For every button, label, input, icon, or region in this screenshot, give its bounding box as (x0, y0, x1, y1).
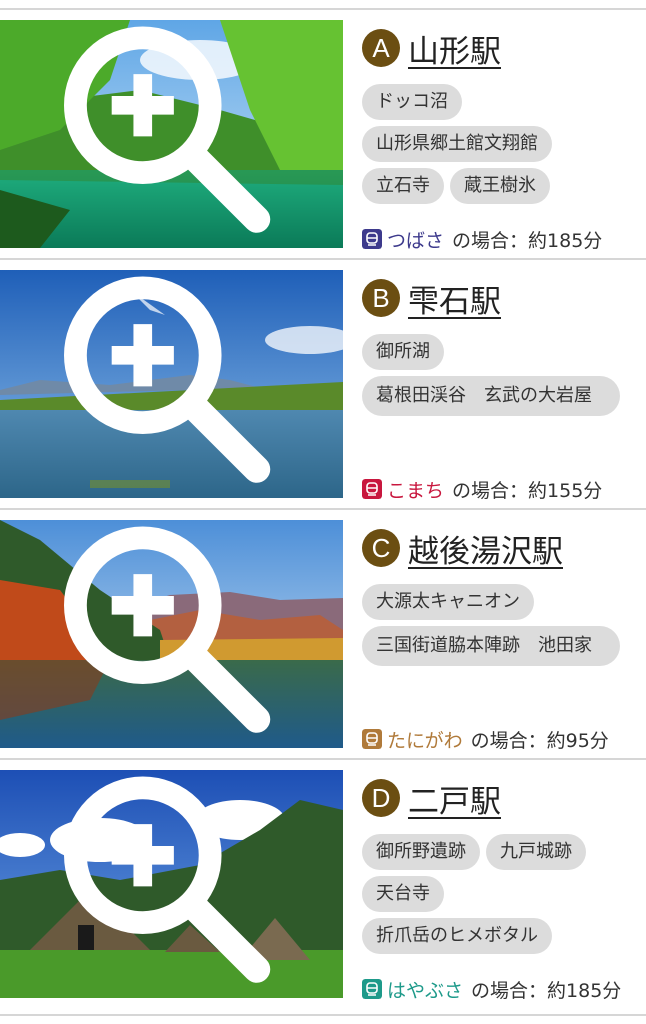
train-icon (362, 979, 382, 999)
spot-tag[interactable]: 立石寺 (362, 168, 444, 204)
train-icon (362, 229, 382, 249)
spot-tag[interactable]: 御所野遺跡 (362, 834, 480, 870)
station-card-yamagata[interactable]: A 山形駅 ドッコ沼 山形県郷土館文翔館 立石寺 蔵王樹氷 つばさ の場合：約18… (0, 8, 646, 258)
travel-duration: の場合：約185分 (471, 979, 622, 1002)
train-name: つばさ (387, 229, 445, 252)
travel-duration: の場合：約155分 (452, 479, 603, 502)
station-info: C 越後湯沢駅 大源太キャニオン 三国街道脇本陣跡 池田家 たにがわ の場合：約… (362, 520, 640, 752)
station-card-echigo-yuzawa[interactable]: C 越後湯沢駅 大源太キャニオン 三国街道脇本陣跡 池田家 たにがわ の場合：約… (0, 508, 646, 758)
travel-time: つばさ の場合：約185分 (362, 226, 602, 252)
station-card-ninohe[interactable]: D 二戸駅 御所野遺跡 九戸城跡 天台寺 折爪岳のヒメボタル はやぶさ の場合：約… (0, 758, 646, 1016)
station-info: D 二戸駅 御所野遺跡 九戸城跡 天台寺 折爪岳のヒメボタル はやぶさ の場合：約… (362, 770, 640, 1002)
spot-tag[interactable]: 御所湖 (362, 334, 444, 370)
train-name: はやぶさ (387, 979, 464, 1002)
spot-tag[interactable]: 九戸城跡 (486, 834, 586, 870)
spot-tag[interactable]: 折爪岳のヒメボタル (362, 918, 552, 954)
station-card-shizukuishi[interactable]: B 雫石駅 御所湖 葛根田渓谷 玄武の大岩屋 こまち の場合：約155分 (0, 258, 646, 508)
station-badge: A (362, 29, 400, 67)
station-badge: C (362, 529, 400, 567)
spot-tag[interactable]: 山形県郷土館文翔館 (362, 126, 552, 162)
station-photo[interactable] (0, 770, 343, 998)
station-photo[interactable] (0, 270, 343, 498)
station-link[interactable]: 雫石駅 (408, 276, 501, 321)
travel-time: こまち の場合：約155分 (362, 476, 602, 502)
spot-tags: ドッコ沼 山形県郷土館文翔館 立石寺 蔵王樹氷 (362, 84, 640, 221)
train-icon (362, 729, 382, 749)
zoom-icon[interactable] (0, 520, 335, 740)
travel-time: はやぶさ の場合：約185分 (362, 976, 621, 1002)
station-link[interactable]: 越後湯沢駅 (408, 526, 563, 571)
travel-duration: の場合：約185分 (452, 229, 603, 252)
travel-time: たにがわ の場合：約95分 (362, 726, 609, 752)
station-list: A 山形駅 ドッコ沼 山形県郷土館文翔館 立石寺 蔵王樹氷 つばさ の場合：約18… (0, 0, 646, 1024)
spot-tags: 御所野遺跡 九戸城跡 天台寺 折爪岳のヒメボタル (362, 834, 640, 971)
spot-tag[interactable]: 葛根田渓谷 玄武の大岩屋 (362, 376, 620, 416)
travel-duration: の場合：約95分 (470, 729, 609, 752)
station-badge: D (362, 779, 400, 817)
spot-tag[interactable]: ドッコ沼 (362, 84, 462, 120)
spot-tags: 御所湖 葛根田渓谷 玄武の大岩屋 (362, 334, 640, 471)
train-name: こまち (387, 479, 445, 502)
zoom-icon[interactable] (0, 770, 335, 990)
station-badge: B (362, 279, 400, 317)
spot-tag[interactable]: 大源太キャニオン (362, 584, 534, 620)
station-info: A 山形駅 ドッコ沼 山形県郷土館文翔館 立石寺 蔵王樹氷 つばさ の場合：約18… (362, 20, 640, 252)
spot-tags: 大源太キャニオン 三国街道脇本陣跡 池田家 (362, 584, 640, 721)
spot-tag[interactable]: 天台寺 (362, 876, 444, 912)
zoom-icon[interactable] (0, 20, 335, 240)
spot-tag[interactable]: 三国街道脇本陣跡 池田家 (362, 626, 620, 666)
station-link[interactable]: 山形駅 (408, 26, 501, 71)
station-info: B 雫石駅 御所湖 葛根田渓谷 玄武の大岩屋 こまち の場合：約155分 (362, 270, 640, 502)
train-icon (362, 479, 382, 499)
station-photo[interactable] (0, 520, 343, 748)
zoom-icon[interactable] (0, 270, 335, 490)
station-link[interactable]: 二戸駅 (408, 776, 501, 821)
spot-tag[interactable]: 蔵王樹氷 (450, 168, 550, 204)
station-photo[interactable] (0, 20, 343, 248)
train-name: たにがわ (387, 729, 463, 752)
